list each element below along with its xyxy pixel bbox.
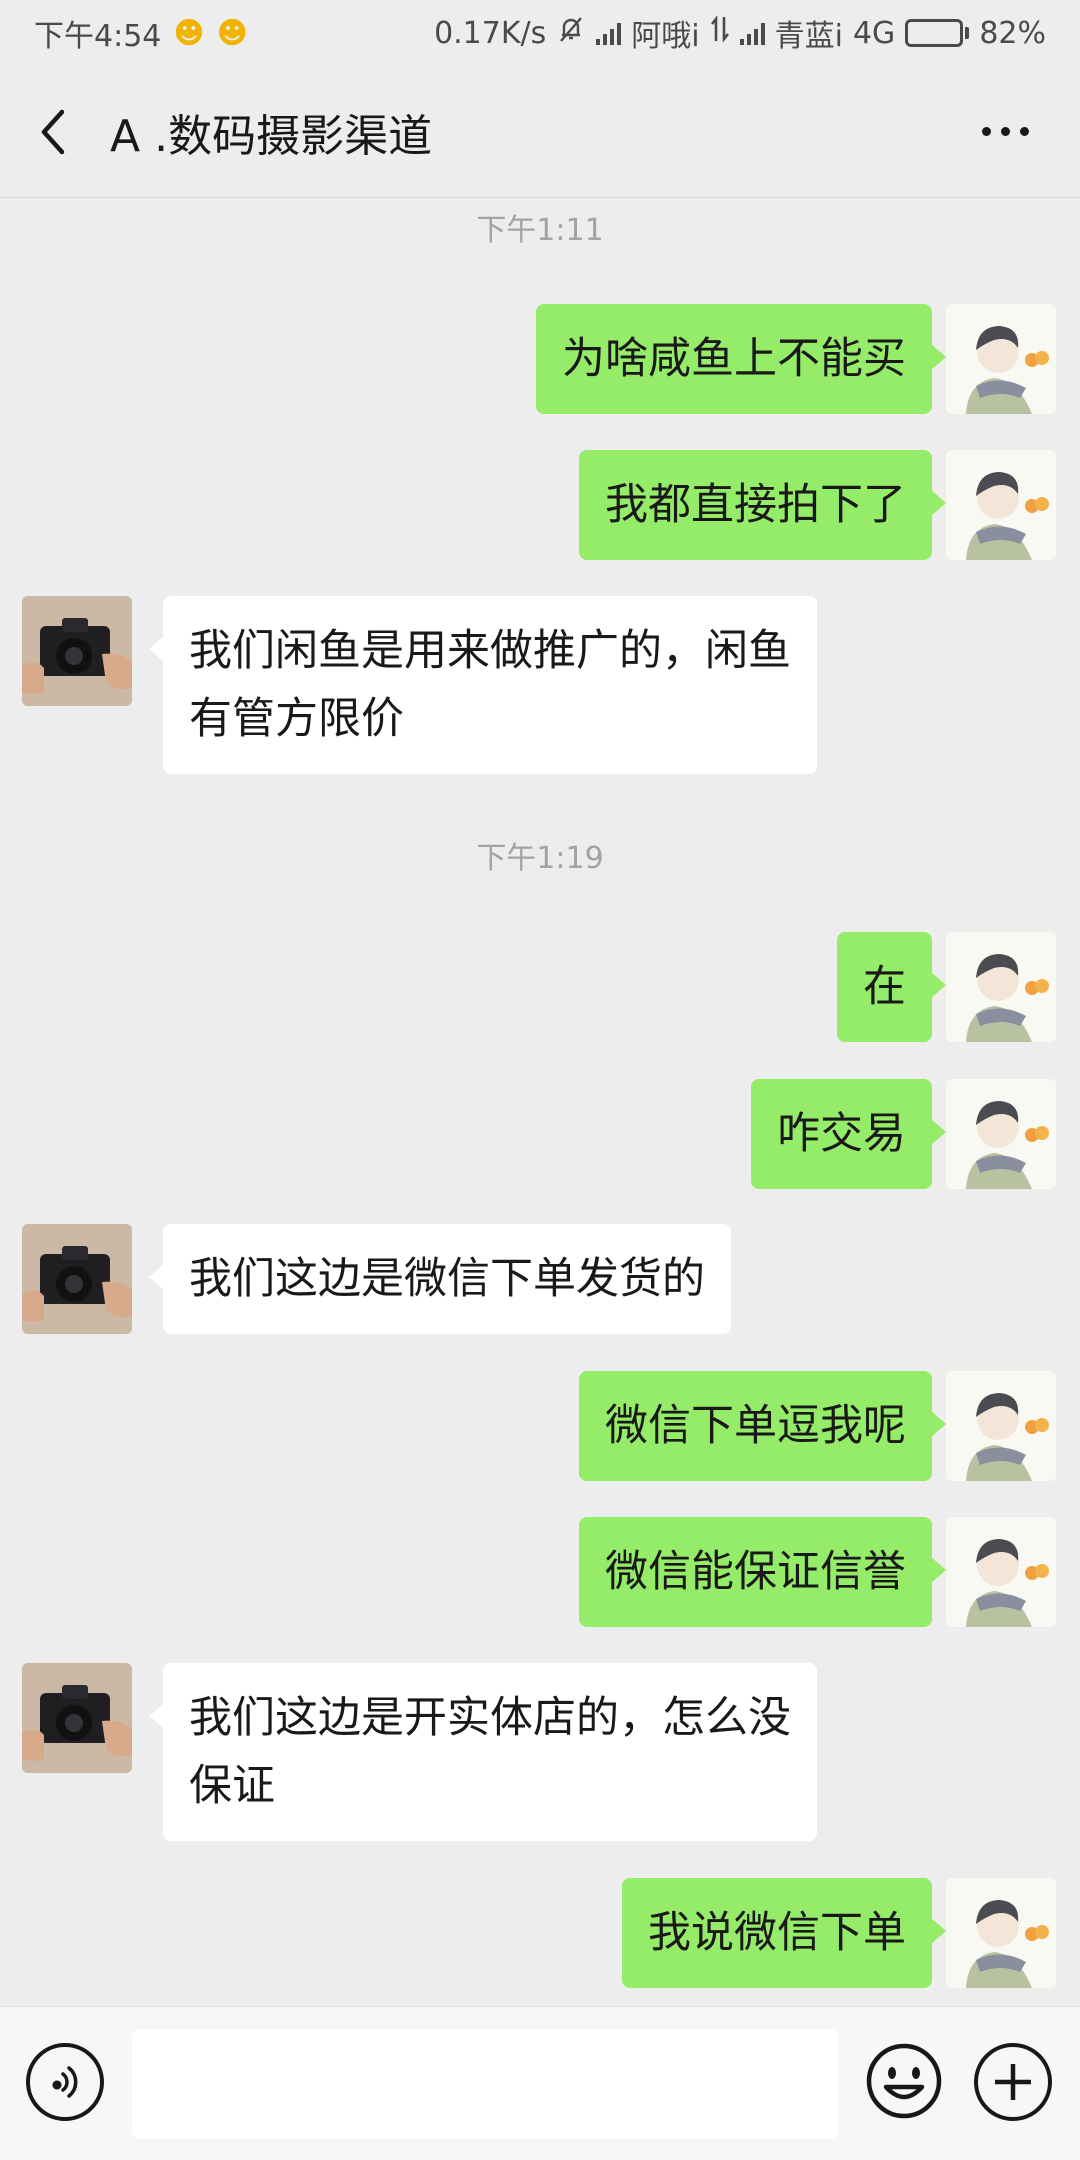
voice-icon[interactable]: [26, 2043, 104, 2121]
self-avatar[interactable]: [946, 1517, 1056, 1627]
status-bar: 下午4:54 ☻ ☻ 0.17K/s 阿哦i 青蓝i 4G 82%: [0, 0, 1080, 66]
self-avatar[interactable]: [946, 1878, 1056, 1988]
chat-title: A .数码摄影渠道: [110, 110, 433, 162]
self-avatar[interactable]: [946, 304, 1056, 414]
notification-app-icon: ☻: [216, 15, 248, 51]
message-line: 我们这边是开实体店的，怎么没: [189, 1693, 791, 1743]
signal-icon: [739, 21, 765, 45]
self-avatar[interactable]: [946, 1079, 1056, 1189]
self-avatar[interactable]: [946, 1371, 1056, 1481]
status-time: 下午4:54: [34, 19, 162, 54]
network-type: 4G: [852, 15, 896, 51]
message-bubble[interactable]: 我们这边是开实体店的，怎么没 保证: [149, 1663, 817, 1841]
input-bar: [0, 2006, 1080, 2160]
timestamp: 下午1:11: [476, 213, 604, 248]
message-bubble[interactable]: 微信能保证信誉: [579, 1517, 946, 1627]
carrier-1: 阿哦i: [631, 19, 700, 54]
message-bubble[interactable]: 我说微信下单: [622, 1878, 946, 1988]
message-input[interactable]: [132, 2029, 838, 2139]
message-line: 我们闲鱼是用来做推广的，闲鱼: [189, 626, 791, 676]
battery-icon: [905, 19, 970, 47]
message-bubble[interactable]: 在: [837, 932, 946, 1042]
contact-avatar[interactable]: [22, 596, 132, 706]
network-speed: 0.17K/s: [434, 15, 547, 51]
carrier-2: 青蓝i: [774, 19, 843, 54]
message-bubble[interactable]: 为啥咸鱼上不能买: [536, 304, 946, 414]
message-bubble[interactable]: 我们这边是微信下单发货的: [149, 1224, 731, 1334]
message-bubble[interactable]: 我们闲鱼是用来做推广的，闲鱼 有管方限价: [149, 596, 817, 774]
message-line: 有管方限价: [189, 694, 404, 744]
message-bubble[interactable]: 微信下单逗我呢: [579, 1371, 946, 1481]
message-bubble[interactable]: 咋交易: [751, 1079, 946, 1189]
nav-bar: A .数码摄影渠道: [0, 66, 1080, 198]
notification-app-icon: ☻: [173, 15, 205, 51]
signal-icon: [596, 21, 622, 45]
battery-percent: 82%: [979, 15, 1046, 51]
contact-avatar[interactable]: [22, 1663, 132, 1773]
self-avatar[interactable]: [946, 932, 1056, 1042]
timestamp: 下午1:19: [476, 841, 604, 876]
more-dots-icon[interactable]: [960, 87, 1050, 177]
emoji-icon[interactable]: [864, 2041, 944, 2121]
data-transfer-icon: [710, 15, 730, 51]
chat-area[interactable]: 下午1:11 为啥咸鱼上不能买 我都直接拍下了 我们闲鱼是用来做推广的，闲鱼 有…: [0, 199, 1080, 2005]
chevron-left-icon[interactable]: [4, 66, 104, 198]
mute-bell-icon: [556, 14, 586, 52]
self-avatar[interactable]: [946, 450, 1056, 560]
contact-avatar[interactable]: [22, 1224, 132, 1334]
plus-circle-icon[interactable]: [974, 2043, 1052, 2121]
message-bubble[interactable]: 我都直接拍下了: [579, 450, 946, 560]
message-line: 保证: [189, 1761, 275, 1811]
